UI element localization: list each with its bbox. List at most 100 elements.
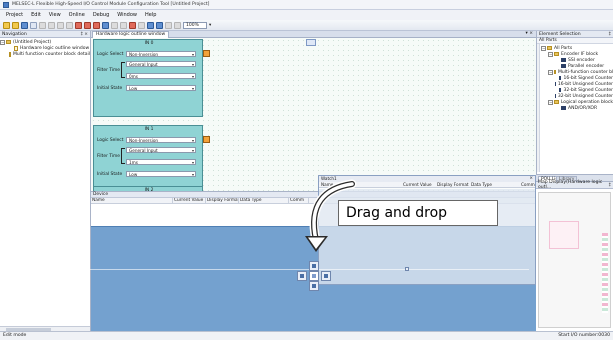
editor-tabstrip: Hardware logic outline window ▾ × (91, 31, 536, 38)
collapse-icon[interactable]: − (0, 39, 5, 45)
tree-item-label: 32-bit Unsigned Counter (557, 93, 613, 99)
tree-item-label: Logical operation block (560, 99, 613, 105)
filter-time-value: 0ms (129, 74, 138, 79)
menu-online[interactable]: Online (69, 12, 85, 18)
doc-icon (14, 45, 18, 51)
navigation-title: Navigation (2, 31, 27, 37)
col-display-format[interactable]: Display Format (206, 198, 239, 203)
monitor-start-icon[interactable] (111, 21, 118, 29)
element-selection-scrollbar[interactable] (537, 44, 540, 172)
collapse-icon[interactable]: − (548, 51, 553, 57)
float-col-data-type[interactable]: Data Type (471, 182, 492, 188)
dock-bottom-icon[interactable] (309, 281, 319, 291)
col-current-value[interactable]: Current Value (173, 198, 206, 203)
initial-state-dropdown[interactable]: Low ▾ (126, 85, 196, 91)
initial-state-label: Initial State (97, 86, 123, 91)
tree-item[interactable]: AND/OR/XOR (541, 105, 613, 111)
tree-item[interactable]: −Multi-function counter block (541, 69, 613, 75)
canvas-position-marker[interactable] (306, 39, 316, 46)
grid-icon[interactable] (156, 21, 163, 29)
col-comment[interactable]: Comm (289, 198, 309, 203)
write-to-module-icon[interactable] (84, 21, 91, 29)
input-block-0[interactable]: IN 0 Logic Select Non-Inversion ▾ Filter Tim… (93, 39, 203, 117)
filter-type-dropdown[interactable]: General Input ▾ (126, 147, 196, 153)
chevron-down-icon: ▾ (191, 52, 194, 57)
collapse-icon[interactable]: − (548, 69, 553, 75)
collapse-icon[interactable]: − (541, 45, 546, 51)
float-col-current-value[interactable]: Current Value (403, 182, 432, 188)
zoom-dropdown-icon[interactable]: ▾ (209, 23, 211, 28)
hardware-logic-canvas[interactable]: IN 0 Logic Select Non-Inversion ▾ Filter Tim… (91, 38, 536, 191)
dock-top-icon[interactable] (309, 261, 319, 271)
cut-icon[interactable] (57, 21, 64, 29)
floating-window-title: Watch1 (321, 176, 337, 181)
filter-time-dropdown[interactable]: 1ms ▾ (126, 159, 196, 165)
map-display-panel: Map Display(Hardware logic outl... ‡ (536, 180, 613, 331)
menu-project[interactable]: Project (6, 12, 23, 18)
tab-close-icon[interactable]: ▾ × (526, 31, 533, 36)
menu-bar: Project Edit View Online Debug Window He… (0, 10, 613, 20)
float-col-name[interactable]: Name (321, 182, 333, 188)
open-project-icon[interactable] (12, 21, 19, 29)
initial-state-dropdown[interactable]: Low ▾ (126, 171, 196, 177)
filter-type-value: General Input (129, 148, 158, 153)
collapse-icon[interactable]: − (548, 99, 553, 105)
redo-icon[interactable] (48, 21, 55, 29)
copy-icon[interactable] (66, 21, 73, 29)
col-data-type[interactable]: Data Type (239, 198, 289, 203)
zoom-out-icon[interactable] (174, 21, 181, 29)
menu-help[interactable]: Help (145, 12, 156, 18)
menu-view[interactable]: View (49, 12, 61, 18)
dock-center-icon[interactable] (309, 271, 319, 281)
pin-close-icon[interactable]: ‡ × (81, 32, 88, 37)
initial-state-value: Low (129, 86, 138, 91)
folder-icon (554, 100, 559, 104)
edit-pencil-icon[interactable] (203, 50, 210, 57)
initial-state-label: Initial State (97, 172, 123, 177)
tree-item[interactable]: − Logical operation block (541, 99, 613, 105)
map-display-pin-icon[interactable]: ‡ (609, 183, 611, 188)
element-selection-pin-icon[interactable]: ‡ (609, 32, 611, 37)
float-col-comment[interactable]: Comm (521, 182, 535, 188)
verify-icon[interactable] (102, 21, 109, 29)
dock-right-icon[interactable] (321, 271, 331, 281)
parameter-icon[interactable] (138, 21, 145, 29)
undo-icon[interactable] (39, 21, 46, 29)
filter-bracket (121, 62, 125, 78)
read-from-module-icon[interactable] (93, 21, 100, 29)
navigation-header: Navigation ‡ × (0, 31, 90, 38)
logic-select-dropdown[interactable]: Non-Inversion ▾ (126, 137, 196, 143)
chevron-down-icon: ▾ (191, 160, 194, 165)
input-block-1[interactable]: IN 1 Logic Select Non-Inversion ▾ Filter Tim… (93, 125, 203, 191)
paste-icon[interactable] (75, 21, 82, 29)
zoom-select[interactable]: 100% (183, 21, 207, 29)
zoom-in-icon[interactable] (165, 21, 172, 29)
filter-type-dropdown[interactable]: General Input ▾ (126, 61, 196, 67)
layout-icon[interactable] (147, 21, 154, 29)
map-display-area[interactable] (538, 192, 611, 328)
float-col-display-format[interactable]: Display Format (437, 182, 469, 188)
filter-time-label: Filter Time (97, 154, 121, 159)
dock-left-icon[interactable] (297, 271, 307, 281)
watch-icon[interactable] (129, 21, 136, 29)
monitor-stop-icon[interactable] (120, 21, 127, 29)
filter-type-value: General Input (129, 62, 158, 67)
print-icon[interactable] (30, 21, 37, 29)
folder-icon (554, 52, 559, 56)
element-selection-header: Element Selection ‡ (537, 31, 613, 38)
save-icon[interactable] (21, 21, 28, 29)
new-project-icon[interactable] (3, 21, 10, 29)
tree-item[interactable]: Multi function counter block detail (0, 51, 90, 57)
chevron-down-icon: ▾ (191, 148, 194, 153)
dock-guide[interactable] (293, 261, 335, 291)
logic-select-dropdown[interactable]: Non-Inversion ▾ (126, 51, 196, 57)
filter-time-dropdown[interactable]: 0ms ▾ (126, 73, 196, 79)
map-viewport-box[interactable] (549, 221, 579, 249)
tree-item[interactable]: Hardware logic outline window (0, 45, 90, 51)
menu-edit[interactable]: Edit (31, 12, 41, 18)
col-name[interactable]: Name (91, 198, 173, 203)
menu-window[interactable]: Window (117, 12, 137, 18)
edit-pencil-icon[interactable] (203, 136, 210, 143)
menu-debug[interactable]: Debug (93, 12, 109, 18)
tab-hardware-logic-outline[interactable]: Hardware logic outline window (92, 31, 170, 38)
